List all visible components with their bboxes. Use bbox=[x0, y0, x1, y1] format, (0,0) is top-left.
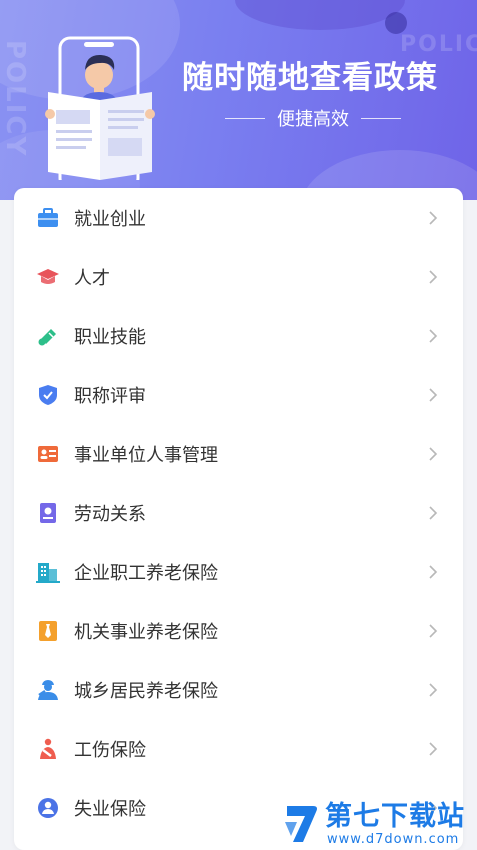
watermark-url: www.d7down.com bbox=[327, 832, 460, 847]
building-icon bbox=[36, 560, 60, 584]
banner-subtitle: 便捷高效 bbox=[218, 106, 408, 130]
menu-item-label: 职业技能 bbox=[74, 326, 146, 348]
menu-item-label: 机关事业养老保险 bbox=[74, 621, 218, 643]
id-card-icon bbox=[36, 442, 60, 466]
policy-category-list: 就业创业 人才 职业技能 职称评审 事业单位人事管理 劳动关系 企业职工养老保险… bbox=[14, 188, 463, 850]
menu-item-institution-personnel[interactable]: 事业单位人事管理 bbox=[14, 424, 463, 483]
tools-icon bbox=[36, 324, 60, 348]
chevron-right-icon bbox=[429, 269, 438, 284]
injury-icon bbox=[36, 737, 60, 761]
watermark-logo-icon bbox=[285, 806, 317, 842]
banner-bg-text: POLICY bbox=[0, 40, 30, 158]
chevron-right-icon bbox=[429, 387, 438, 402]
menu-item-label: 工伤保险 bbox=[74, 739, 146, 761]
tie-icon bbox=[36, 619, 60, 643]
menu-item-label: 职称评审 bbox=[74, 385, 146, 407]
policy-banner: POLICY POLIC 随时随地查看政策 便捷高效 bbox=[0, 0, 477, 200]
chevron-right-icon bbox=[429, 741, 438, 756]
phone-newspaper-illustration bbox=[45, 36, 155, 180]
shield-check-icon bbox=[36, 383, 60, 407]
menu-item-work-injury[interactable]: 工伤保险 bbox=[14, 719, 463, 778]
menu-item-label: 劳动关系 bbox=[74, 503, 146, 525]
menu-item-resident-pension[interactable]: 城乡居民养老保险 bbox=[14, 660, 463, 719]
worker-icon bbox=[36, 678, 60, 702]
menu-item-label: 人才 bbox=[74, 267, 110, 289]
menu-item-label: 就业创业 bbox=[74, 208, 146, 230]
banner-subtitle-text: 便捷高效 bbox=[277, 109, 349, 130]
banner-decor-dot bbox=[385, 12, 407, 34]
contract-icon bbox=[36, 501, 60, 525]
menu-item-government-pension[interactable]: 机关事业养老保险 bbox=[14, 601, 463, 660]
menu-item-title-evaluation[interactable]: 职称评审 bbox=[14, 365, 463, 424]
menu-item-talent[interactable]: 人才 bbox=[14, 247, 463, 306]
menu-item-vocational-skills[interactable]: 职业技能 bbox=[14, 306, 463, 365]
chevron-right-icon bbox=[429, 446, 438, 461]
briefcase-icon bbox=[36, 206, 60, 230]
watermark-text: 第七下载站 bbox=[325, 801, 465, 832]
menu-item-enterprise-pension[interactable]: 企业职工养老保险 bbox=[14, 542, 463, 601]
subtitle-divider bbox=[361, 117, 401, 119]
banner-title: 随时随地查看政策 bbox=[182, 60, 438, 96]
menu-item-employment[interactable]: 就业创业 bbox=[14, 188, 463, 247]
chevron-right-icon bbox=[429, 623, 438, 638]
menu-item-labor-relations[interactable]: 劳动关系 bbox=[14, 483, 463, 542]
banner-decor-shape bbox=[235, 0, 405, 30]
menu-item-label: 企业职工养老保险 bbox=[74, 562, 218, 584]
menu-item-label: 事业单位人事管理 bbox=[74, 444, 218, 466]
chevron-right-icon bbox=[429, 505, 438, 520]
subtitle-divider bbox=[225, 117, 265, 119]
chevron-right-icon bbox=[429, 682, 438, 697]
site-watermark: 第七下载站 www.d7down.com bbox=[283, 802, 473, 848]
menu-item-label: 失业保险 bbox=[74, 798, 146, 820]
menu-item-label: 城乡居民养老保险 bbox=[74, 680, 218, 702]
chevron-right-icon bbox=[429, 210, 438, 225]
chevron-right-icon bbox=[429, 328, 438, 343]
chevron-right-icon bbox=[429, 564, 438, 579]
graduation-cap-icon bbox=[36, 265, 60, 289]
person-badge-icon bbox=[36, 796, 60, 820]
